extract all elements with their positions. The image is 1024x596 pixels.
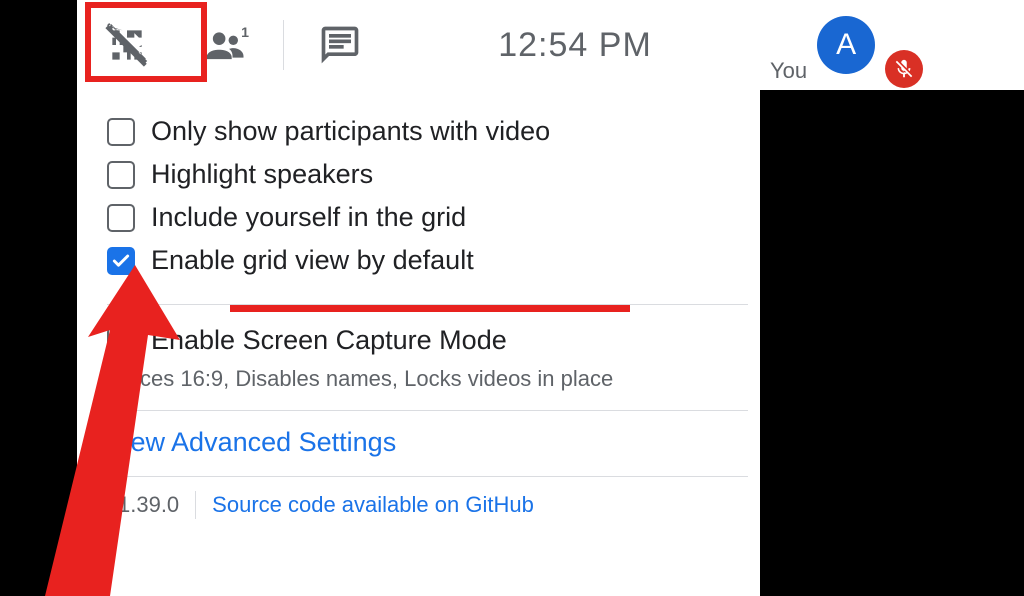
clock: 12:54 PM — [390, 26, 760, 65]
section-screen-capture: Enable Screen Capture Mode Forces 16:9, … — [107, 304, 748, 392]
avatar[interactable]: A — [817, 16, 875, 74]
mic-off-icon — [893, 58, 915, 80]
user-area: You A — [760, 0, 1024, 90]
footer: v1.39.0 Source code available on GitHub — [107, 476, 748, 519]
participants-icon-button[interactable]: 1 — [177, 0, 277, 90]
checkbox-only-video[interactable] — [107, 118, 135, 146]
toolbar: 1 12:54 PM — [77, 0, 760, 90]
mic-off-badge[interactable] — [885, 50, 923, 88]
option-label: Enable Screen Capture Mode — [151, 325, 507, 356]
checkbox-highlight-speakers[interactable] — [107, 161, 135, 189]
option-label: Only show participants with video — [151, 116, 550, 147]
option-highlight-speakers: Highlight speakers — [107, 153, 748, 196]
option-only-video: Only show participants with video — [107, 110, 748, 153]
grid-off-icon-button[interactable] — [77, 0, 177, 90]
checkbox-enable-grid[interactable] — [107, 247, 135, 275]
check-icon — [111, 251, 131, 271]
toolbar-divider — [283, 20, 284, 70]
settings-panel: 1 12:54 PM Only show participants with v… — [77, 0, 760, 596]
checkbox-screen-capture[interactable] — [107, 327, 135, 355]
option-label: Highlight speakers — [151, 159, 373, 190]
option-include-self: Include yourself in the grid — [107, 196, 748, 239]
option-screen-capture: Enable Screen Capture Mode — [107, 319, 748, 362]
version-label: v1.39.0 — [107, 492, 179, 518]
participants-icon: 1 — [205, 23, 249, 67]
svg-text:1: 1 — [241, 24, 249, 40]
options-list: Only show participants with video Highli… — [77, 90, 760, 392]
option-label: Include yourself in the grid — [151, 202, 466, 233]
advanced-settings-link[interactable]: View Advanced Settings — [107, 427, 396, 457]
advanced-section: View Advanced Settings — [107, 410, 748, 458]
you-label: You — [770, 58, 807, 84]
option-enable-grid: Enable grid view by default — [107, 239, 748, 282]
checkbox-include-self[interactable] — [107, 204, 135, 232]
source-code-link[interactable]: Source code available on GitHub — [212, 492, 534, 518]
footer-divider — [195, 491, 196, 519]
option-subtext: Forces 16:9, Disables names, Locks video… — [107, 366, 748, 392]
chat-icon-button[interactable] — [290, 0, 390, 90]
option-label: Enable grid view by default — [151, 245, 474, 276]
grid-off-icon — [105, 23, 149, 67]
chat-icon — [318, 23, 362, 67]
